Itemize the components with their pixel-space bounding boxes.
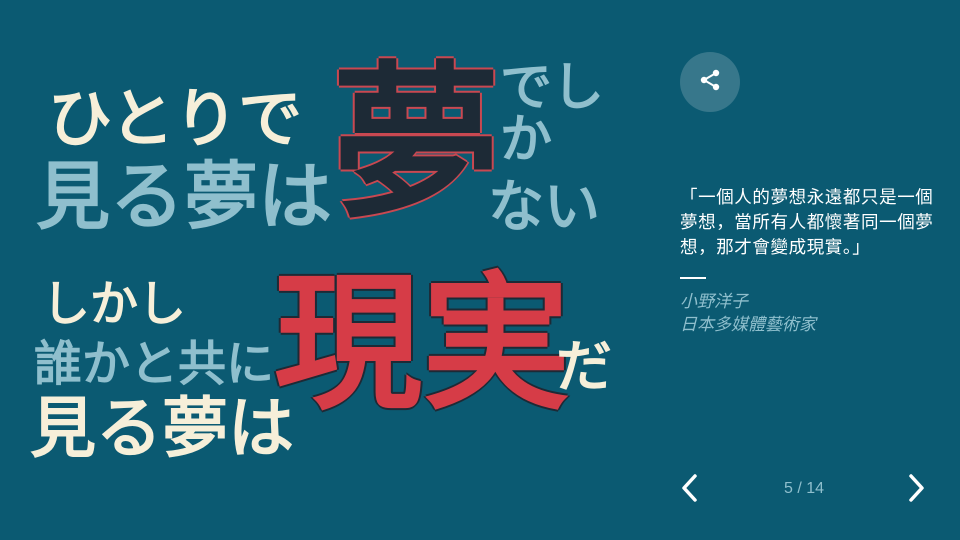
share-button[interactable] [680,52,740,112]
share-icon [697,67,723,97]
chevron-right-icon [906,473,926,507]
artwork-line-4: でしか [500,58,605,170]
chevron-left-icon [680,473,700,507]
previous-slide-button[interactable] [672,470,708,510]
artwork-line-2: 見る夢は [36,154,332,240]
quote-text: 「一個人的夢想永遠都只是一個夢想，當所有人都懷著同一個夢想，那才會變成現實。」 [680,188,934,258]
quote-author: 小野洋子 [680,292,748,312]
artwork-line-10: だ [556,335,612,400]
artwork-line-6: しかし [42,276,187,332]
artwork-reality-big: 現実 [274,258,570,430]
artwork-dream-big: 夢 [332,46,500,242]
calligraphy-artwork: ひとりで 見る夢は 夢 でしか ない しかし 誰かと共に 見る夢は 現実 だ [0,0,660,540]
artwork-line-1: ひとりで [48,83,303,157]
artwork-line-8: 見る夢は [30,390,294,467]
next-slide-button[interactable] [898,470,934,510]
artwork-line-7: 誰かと共に [34,336,275,392]
page-counter: 5 / 14 [783,480,825,497]
quote-author-title: 日本多媒體藝術家 [680,315,816,335]
artwork-line-5: ない [488,175,600,240]
quote-panel: 「一個人的夢想永遠都只是一個夢想，當所有人都懷著同一個夢想，那才會變成現實。」 … [680,186,940,337]
quote-divider [680,277,706,279]
